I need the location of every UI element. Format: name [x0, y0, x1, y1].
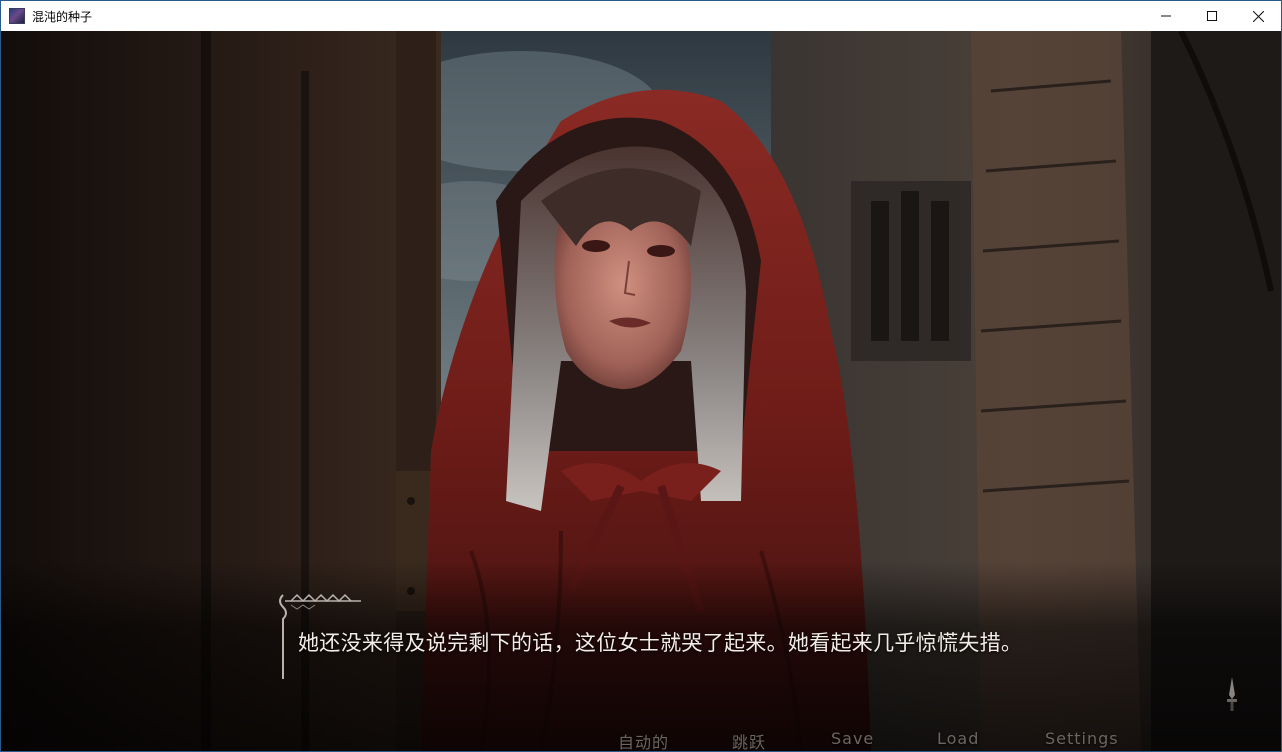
minimize-icon [1161, 15, 1171, 17]
load-button[interactable]: Load [937, 729, 979, 748]
close-icon [1252, 10, 1264, 22]
app-icon [9, 8, 25, 24]
maximize-button[interactable] [1189, 1, 1235, 31]
game-window: 混沌的种子 她还没来得及说完剩下的话，这位女士就哭了起来。她看起来几乎惊慌失措。… [0, 0, 1282, 752]
auto-button[interactable]: 自动的 [618, 729, 669, 751]
title-bar[interactable]: 混沌的种子 [1, 1, 1281, 31]
settings-button[interactable]: Settings [1045, 729, 1119, 748]
skip-button[interactable]: 跳跃 [732, 729, 766, 751]
maximize-icon [1207, 11, 1217, 21]
window-controls [1143, 1, 1281, 31]
dialogue-text: 她还没来得及说完剩下的话，这位女士就哭了起来。她看起来几乎惊慌失措。 [298, 631, 1023, 655]
window-title: 混沌的种子 [32, 9, 93, 24]
minimize-button[interactable] [1143, 1, 1189, 31]
game-viewport[interactable]: 她还没来得及说完剩下的话，这位女士就哭了起来。她看起来几乎惊慌失措。 自动的 跳… [1, 31, 1281, 751]
close-button[interactable] [1235, 1, 1281, 31]
quick-menu: 自动的 跳跃 Save Load Settings [591, 727, 1151, 751]
save-button[interactable]: Save [831, 729, 874, 748]
dagger-icon[interactable] [1225, 677, 1239, 713]
